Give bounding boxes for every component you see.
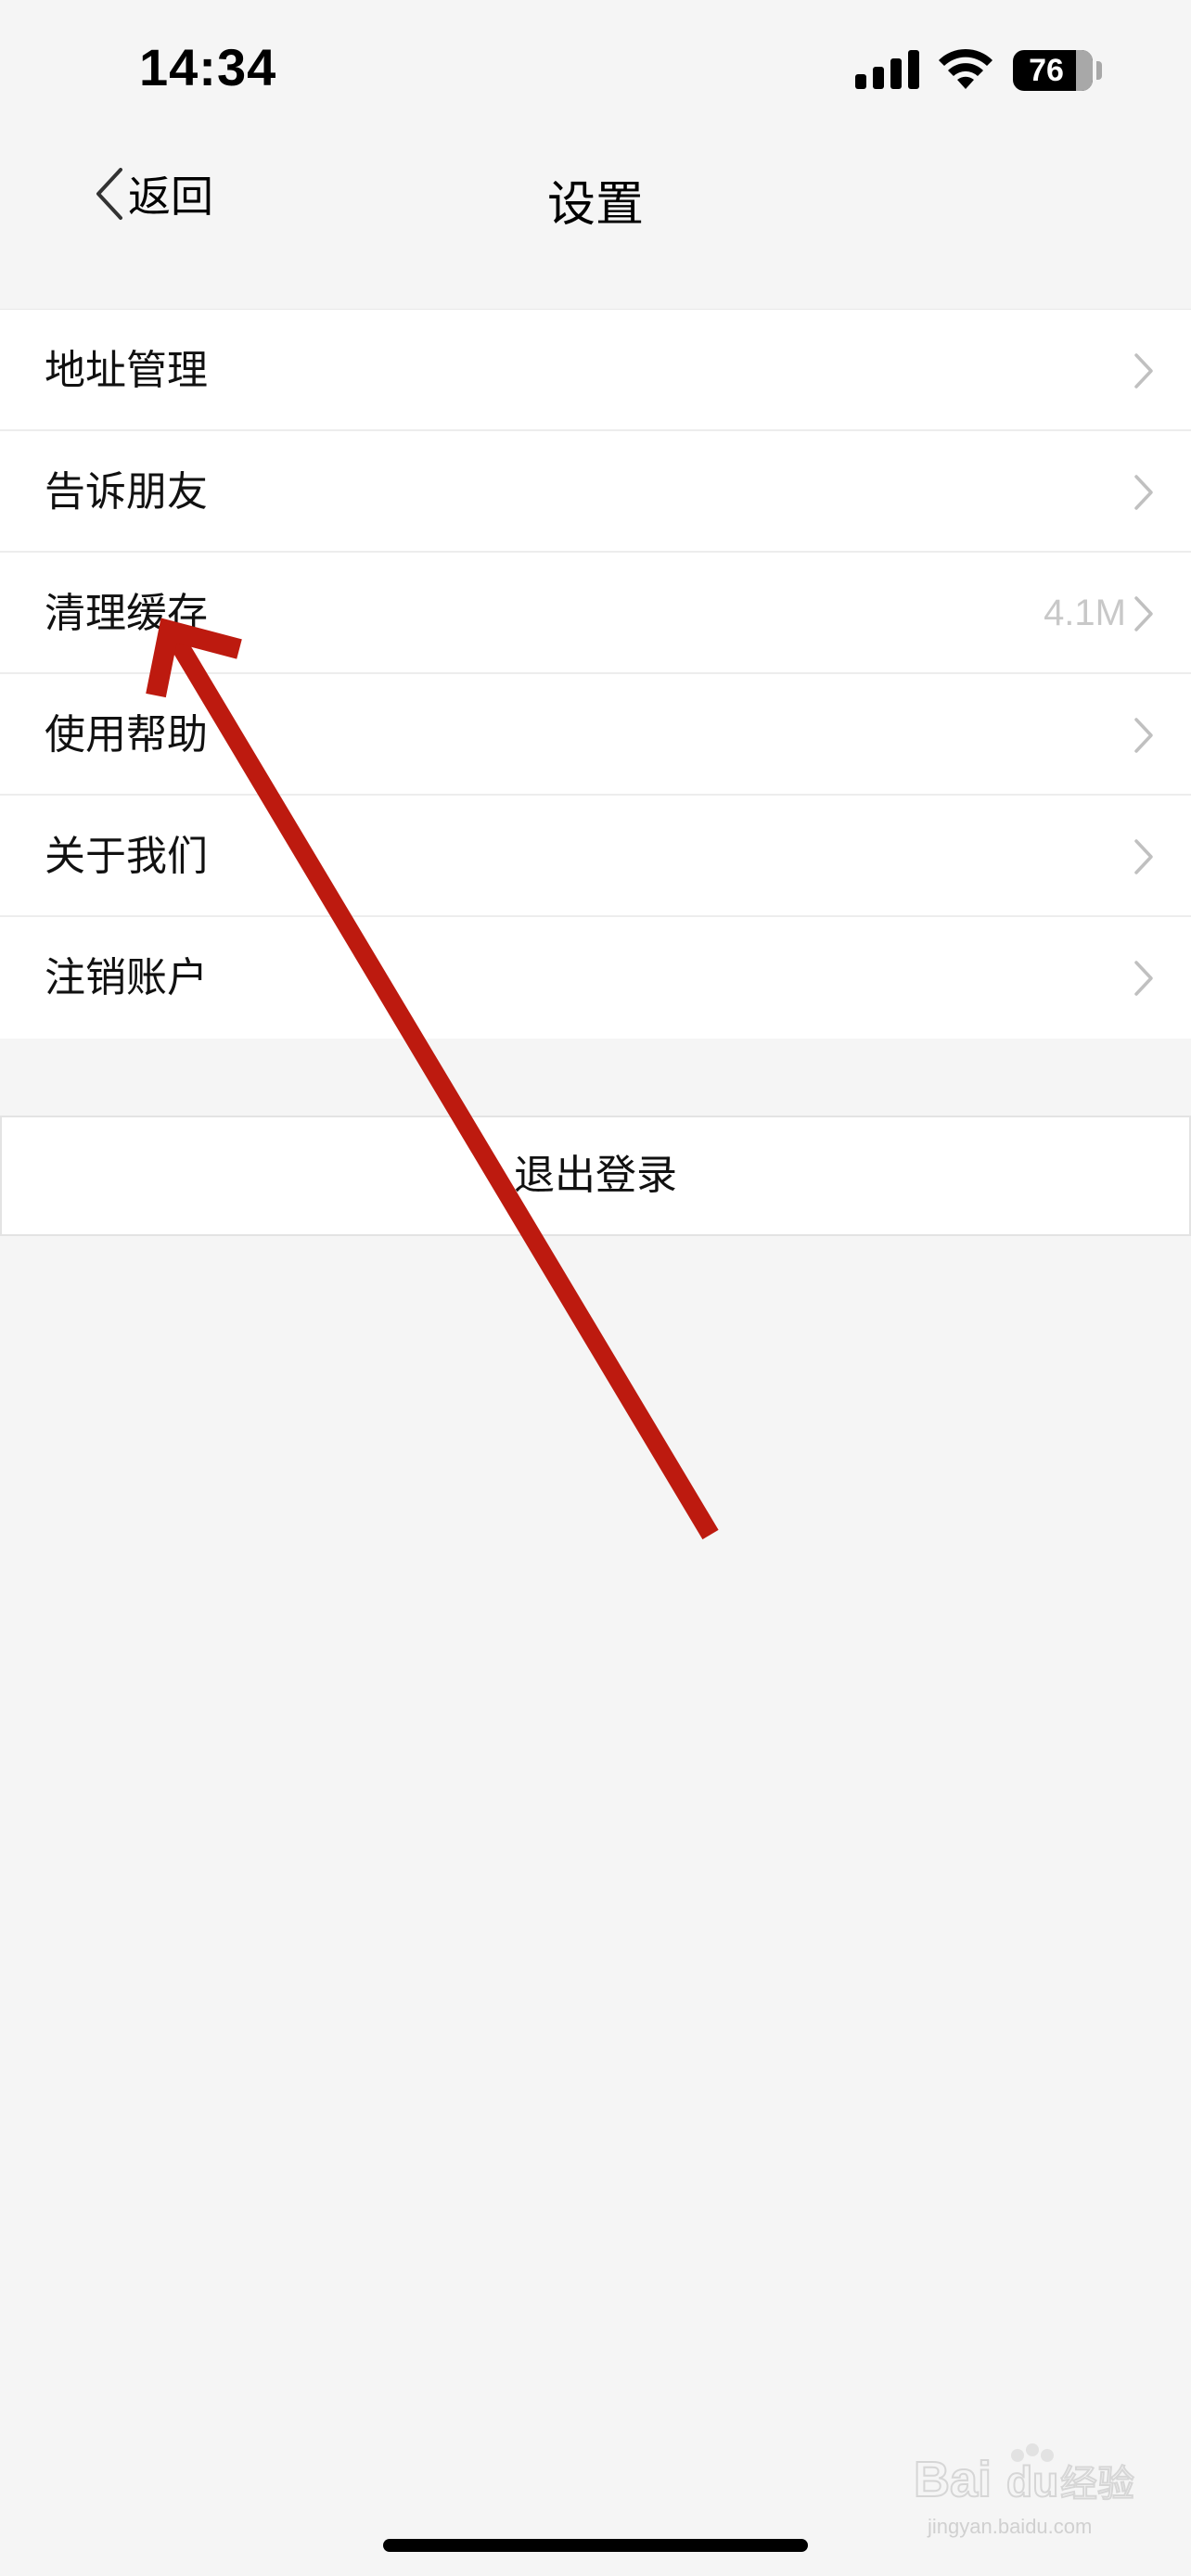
menu-item-about-us[interactable]: 关于我们 — [0, 796, 1191, 917]
chevron-right-icon — [1134, 475, 1153, 510]
cellular-signal-icon — [855, 50, 919, 89]
menu-item-label: 地址管理 — [45, 347, 208, 394]
settings-list: 地址管理 告诉朋友 清理缓存 4.1M 使用帮助 关于我们 注销账户 — [0, 309, 1191, 1039]
settings-screen: 14:34 76 返回 设置 地址管理 告诉朋友 清理缓存 4.1M 使用帮助 … — [0, 0, 1191, 2576]
wifi-icon — [939, 48, 992, 89]
logout-button[interactable]: 退出登录 — [0, 1116, 1191, 1236]
status-time: 14:34 — [139, 38, 277, 96]
battery-icon: 76 — [1013, 50, 1093, 91]
menu-item-label: 告诉朋友 — [45, 468, 208, 516]
menu-item-label: 清理缓存 — [45, 590, 208, 637]
chevron-right-icon — [1134, 596, 1153, 631]
navigation-bar: 返回 设置 — [0, 139, 1191, 249]
menu-item-address-management[interactable]: 地址管理 — [0, 310, 1191, 431]
baidu-watermark-logo: Bai du 经验 — [914, 2443, 1135, 2508]
menu-item-tell-friends[interactable]: 告诉朋友 — [0, 431, 1191, 553]
menu-item-label: 注销账户 — [45, 954, 208, 1001]
menu-item-label: 使用帮助 — [45, 711, 208, 759]
page-title: 设置 — [546, 177, 644, 233]
menu-item-help[interactable]: 使用帮助 — [0, 674, 1191, 796]
chevron-right-icon — [1134, 718, 1153, 753]
status-bar: 14:34 76 — [0, 0, 1191, 139]
menu-item-delete-account[interactable]: 注销账户 — [0, 917, 1191, 1039]
chevron-right-icon — [1134, 353, 1153, 389]
svg-text:du: du — [1006, 2457, 1058, 2506]
menu-item-clear-cache[interactable]: 清理缓存 4.1M — [0, 553, 1191, 674]
battery-level: 76 — [1029, 53, 1064, 88]
chevron-right-icon — [1134, 961, 1153, 996]
menu-item-label: 关于我们 — [45, 833, 208, 880]
home-indicator[interactable] — [383, 2539, 808, 2552]
battery-cap — [1096, 61, 1102, 80]
chevron-right-icon — [1134, 839, 1153, 874]
cache-size-value: 4.1M — [1044, 593, 1126, 633]
svg-text:经验: 经验 — [1060, 2463, 1134, 2506]
watermark-url: jingyan.baidu.com — [928, 2515, 1093, 2538]
svg-text:Bai: Bai — [914, 2452, 992, 2507]
